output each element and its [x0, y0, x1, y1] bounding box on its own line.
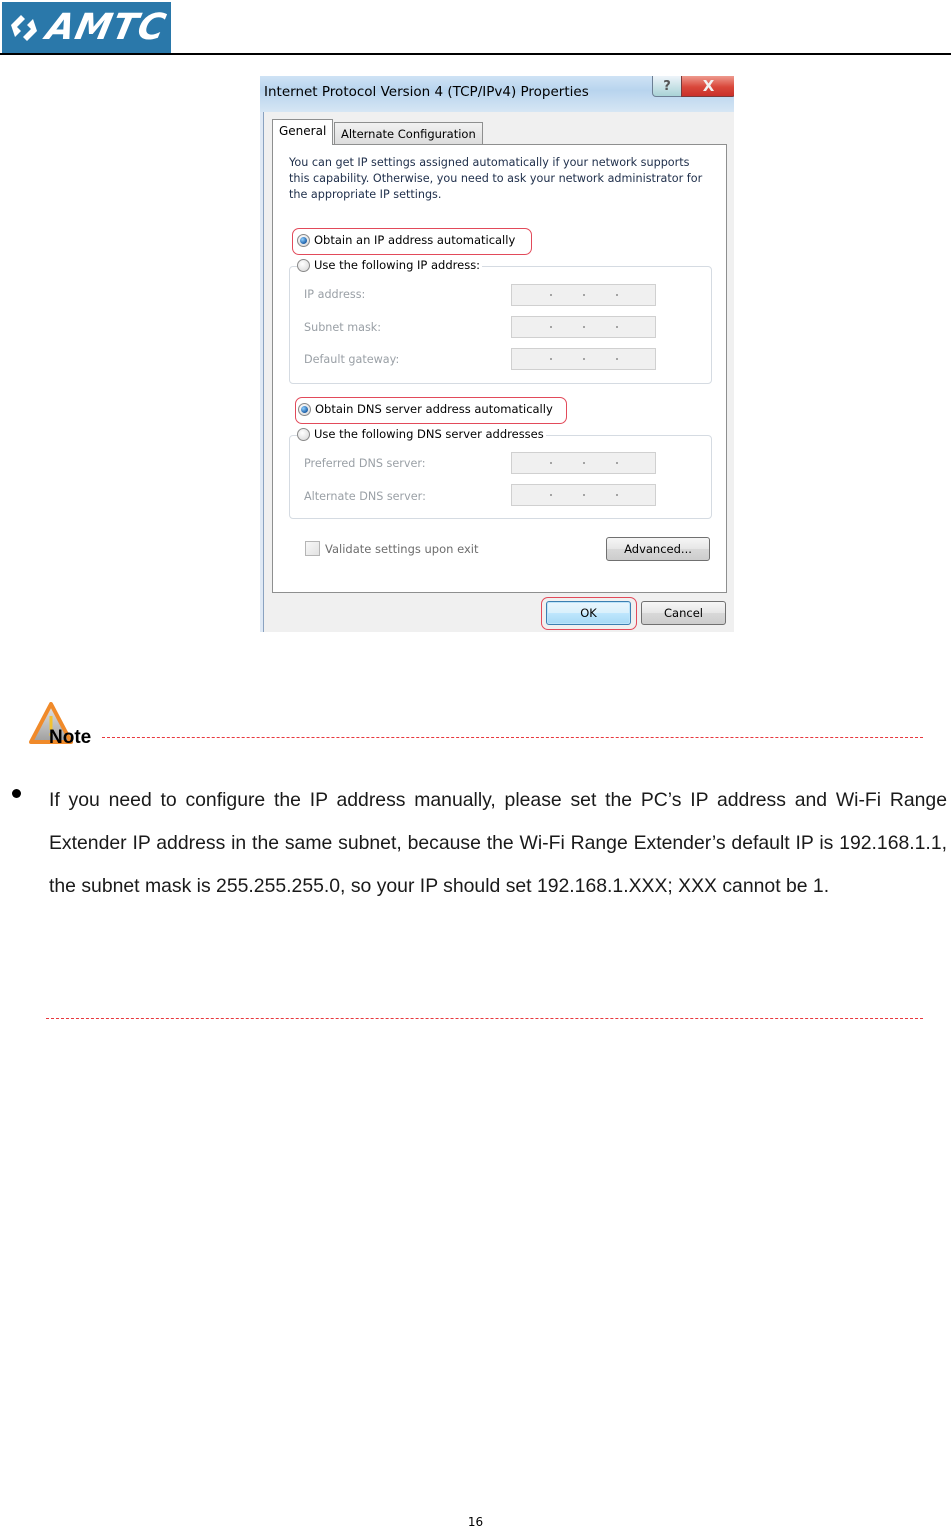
dialog-body: General Alternate Configuration You can …: [263, 112, 734, 632]
radio-use-following-ip[interactable]: Use the following IP address:: [297, 258, 483, 272]
logo-text: AMTC: [42, 7, 171, 48]
preferred-dns-label: Preferred DNS server:: [304, 457, 426, 470]
note-divider-top: [102, 737, 923, 738]
page-number: 16: [467, 1515, 484, 1529]
alternate-dns-input[interactable]: [511, 484, 656, 506]
radio-obtain-ip-auto[interactable]: Obtain an IP address automatically: [297, 233, 515, 247]
header-divider: [0, 53, 951, 55]
dialog-titlebar: Internet Protocol Version 4 (TCP/IPv4) P…: [260, 76, 734, 112]
tab-general[interactable]: General: [272, 119, 334, 145]
intro-text: You can get IP settings assigned automat…: [289, 156, 703, 201]
tab-alternate-configuration[interactable]: Alternate Configuration: [334, 122, 483, 145]
radio-use-following-dns[interactable]: Use the following DNS server addresses: [297, 427, 546, 441]
radio-obtain-dns-auto[interactable]: Obtain DNS server address automatically: [298, 402, 553, 416]
ok-button[interactable]: OK: [546, 601, 631, 625]
note-divider-bottom: [46, 1018, 923, 1019]
ip-address-input[interactable]: [511, 284, 656, 306]
dns-server-group: [289, 435, 712, 519]
checkbox-icon: [305, 541, 320, 556]
close-icon: X: [702, 77, 715, 95]
ip-address-label: IP address:: [304, 288, 366, 301]
cancel-button[interactable]: Cancel: [641, 601, 726, 625]
radio-label: Use the following DNS server addresses: [314, 427, 544, 441]
ipv4-properties-dialog: Internet Protocol Version 4 (TCP/IPv4) P…: [260, 76, 734, 632]
radio-label: Obtain DNS server address automatically: [315, 402, 553, 416]
note-bullet-text: If you need to configure the IP address …: [49, 789, 947, 897]
close-button[interactable]: X: [681, 76, 734, 97]
preferred-dns-input[interactable]: [511, 452, 656, 474]
advanced-button[interactable]: Advanced...: [606, 537, 710, 561]
radio-unchecked-icon: [297, 258, 310, 272]
general-tab-panel: You can get IP settings assigned automat…: [272, 144, 727, 593]
note-label: Note: [49, 727, 92, 748]
dialog-title: Internet Protocol Version 4 (TCP/IPv4) P…: [264, 84, 589, 100]
radio-checked-icon: [297, 233, 310, 247]
validate-settings-checkbox[interactable]: Validate settings upon exit: [305, 541, 478, 556]
help-button[interactable]: ?: [652, 76, 682, 97]
radio-checked-icon: [298, 402, 311, 416]
bullet-icon: [12, 789, 21, 798]
radio-label: Use the following IP address:: [314, 258, 481, 272]
default-gateway-input[interactable]: [511, 348, 656, 370]
help-icon: ?: [663, 78, 671, 94]
subnet-mask-input[interactable]: [511, 316, 656, 338]
subnet-mask-label: Subnet mask:: [304, 321, 382, 334]
default-gateway-label: Default gateway:: [304, 353, 400, 366]
checkbox-label: Validate settings upon exit: [325, 541, 479, 556]
brand-logo: AMTC: [2, 2, 171, 53]
radio-unchecked-icon: [297, 427, 310, 441]
logo-mark-icon: [11, 14, 38, 41]
radio-label: Obtain an IP address automatically: [314, 233, 516, 247]
alternate-dns-label: Alternate DNS server:: [304, 490, 426, 503]
